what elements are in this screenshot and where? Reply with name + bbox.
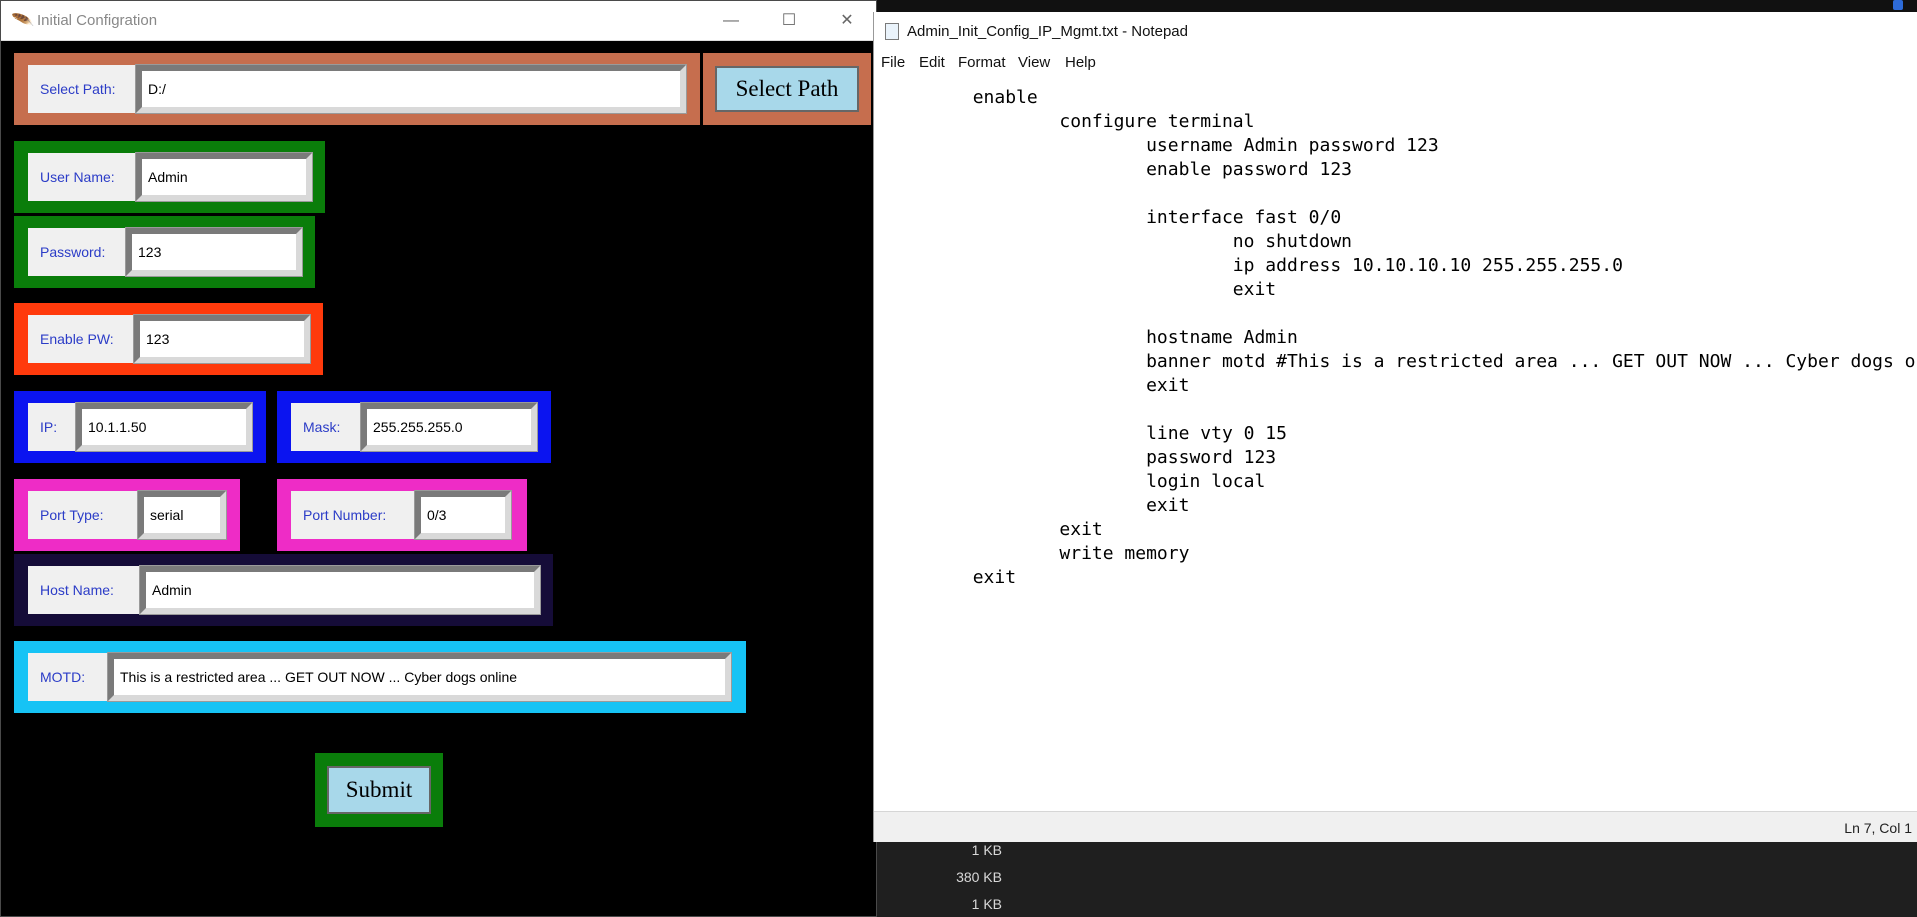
port-type-input[interactable]: serial [137, 490, 227, 540]
port-number-input[interactable]: 0/3 [414, 490, 512, 540]
submit-button[interactable]: Submit [327, 766, 431, 814]
password-frame: Password: 123 [14, 216, 315, 288]
host-name-label: Host Name: [28, 566, 140, 614]
ip-label: IP: [28, 403, 76, 451]
window-title: Initial Configration [37, 12, 158, 29]
port-number-frame: Port Number: 0/3 [277, 479, 527, 551]
mask-label: Mask: [291, 403, 361, 451]
initial-config-window: 🪶 Initial Configration — ☐ ✕ Select Path… [0, 0, 877, 917]
cursor-position: Ln 7, Col 1 [1844, 820, 1912, 836]
motd-frame: MOTD: This is a restricted area ... GET … [14, 641, 746, 713]
close-button[interactable]: ✕ [824, 5, 870, 37]
user-name-frame: User Name: Admin [14, 141, 325, 213]
notepad-titlebar[interactable]: Admin_Init_Config_IP_Mgmt.txt - Notepad [874, 12, 1917, 50]
file-size-cell: 1 KB [971, 896, 1002, 912]
password-label: Password: [28, 228, 126, 276]
port-type-label: Port Type: [28, 491, 138, 539]
taskbar-accent-icon [1893, 0, 1903, 10]
notepad-text-content[interactable]: enable configure terminal username Admin… [886, 86, 1917, 590]
file-size-cell: 380 KB [956, 869, 1002, 885]
user-name-input[interactable]: Admin [135, 152, 313, 202]
host-name-frame: Host Name: Admin [14, 554, 553, 626]
menu-edit[interactable]: Edit [919, 54, 945, 71]
menu-help[interactable]: Help [1065, 54, 1096, 71]
ip-input[interactable]: 10.1.1.50 [75, 402, 253, 452]
mask-frame: Mask: 255.255.255.0 [277, 391, 551, 463]
select-path-label: Select Path: [28, 65, 136, 113]
select-path-input[interactable]: D:/ [135, 64, 687, 114]
file-size-cell: 1 KB [971, 842, 1002, 858]
notepad-statusbar: Ln 7, Col 1 [874, 811, 1917, 842]
maximize-button[interactable]: ☐ [766, 5, 812, 37]
menu-format[interactable]: Format [958, 54, 1006, 71]
minimize-button[interactable]: — [708, 5, 754, 37]
port-number-label: Port Number: [291, 491, 415, 539]
background-file-list: 1 KB 380 KB 1 KB [875, 836, 1917, 917]
enable-pw-input[interactable]: 123 [133, 314, 311, 364]
notepad-file-icon [885, 23, 899, 40]
menu-file[interactable]: File [881, 54, 905, 71]
user-name-label: User Name: [28, 153, 136, 201]
select-path-button[interactable]: Select Path [715, 66, 859, 112]
notepad-title: Admin_Init_Config_IP_Mgmt.txt - Notepad [907, 23, 1188, 40]
host-name-input[interactable]: Admin [139, 565, 541, 615]
notepad-menubar: File Edit Format View Help [874, 50, 1917, 76]
motd-input[interactable]: This is a restricted area ... GET OUT NO… [107, 652, 732, 702]
mask-input[interactable]: 255.255.255.0 [360, 402, 538, 452]
notepad-window: Admin_Init_Config_IP_Mgmt.txt - Notepad … [873, 12, 1917, 842]
submit-frame: Submit [315, 753, 443, 827]
menu-view[interactable]: View [1018, 54, 1050, 71]
select-path-button-frame: Select Path [703, 53, 871, 125]
password-input[interactable]: 123 [125, 227, 303, 277]
motd-label: MOTD: [28, 653, 108, 701]
notepad-editor[interactable]: enable configure terminal username Admin… [874, 77, 1917, 811]
port-type-frame: Port Type: serial [14, 479, 240, 551]
enable-pw-label: Enable PW: [28, 315, 134, 363]
feather-icon: 🪶 [11, 10, 35, 33]
window-titlebar[interactable]: 🪶 Initial Configration — ☐ ✕ [1, 1, 876, 41]
enable-pw-frame: Enable PW: 123 [14, 303, 323, 375]
ip-frame: IP: 10.1.1.50 [14, 391, 266, 463]
path-frame: Select Path: D:/ [14, 53, 700, 125]
